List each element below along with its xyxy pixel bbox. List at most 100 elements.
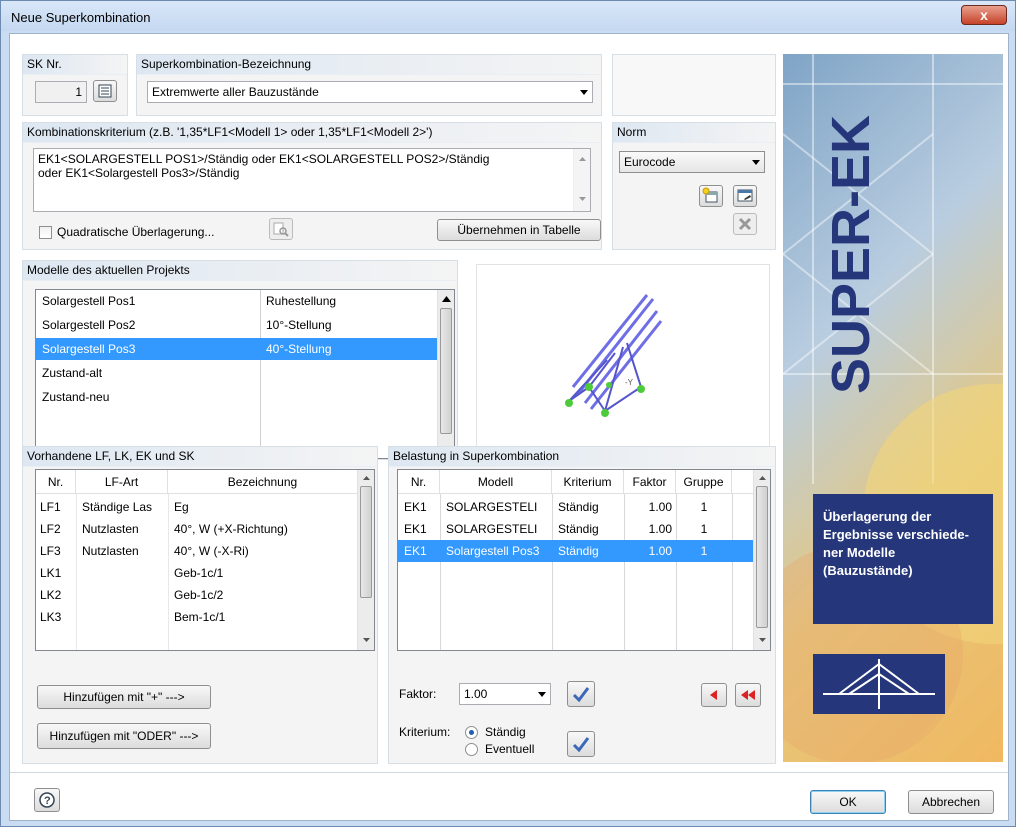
model-desc: 10°-Stellung: [266, 318, 332, 332]
cell-kriterium: Ständig: [558, 544, 599, 558]
kriterium-scrollbar[interactable]: [573, 149, 590, 211]
list-item[interactable]: Solargestell Pos2 10°-Stellung: [36, 314, 438, 336]
table-row[interactable]: EK1 SOLARGESTELI Ständig 1.00 1: [398, 518, 754, 540]
radio-staendig[interactable]: [465, 726, 478, 739]
faktor-apply-button[interactable]: [567, 681, 595, 707]
cancel-button[interactable]: Abbrechen: [908, 790, 994, 814]
cell-modell: SOLARGESTELI: [446, 522, 538, 536]
norm-combo[interactable]: Eurocode: [619, 151, 765, 173]
remove-one-button[interactable]: [701, 683, 727, 707]
title-bar[interactable]: Neue Superkombination x: [1, 1, 1015, 31]
add-oder-button[interactable]: Hinzufügen mit "ODER" --->: [37, 723, 211, 749]
sk-group: SK Nr. 1: [22, 54, 128, 116]
belastung-table[interactable]: Nr. Modell Kriterium Faktor Gruppe EK1 S…: [397, 469, 771, 651]
table-row[interactable]: LK2 Geb-1c/2: [36, 584, 358, 606]
norm-new-button[interactable]: [699, 185, 723, 207]
column-header[interactable]: Bezeichnung: [168, 470, 358, 494]
ok-button[interactable]: OK: [810, 790, 886, 814]
cell-nr: LK1: [40, 566, 62, 580]
bezeichnung-group: Superkombination-Bezeichnung Extremwerte…: [136, 54, 602, 116]
cell-nr: LF3: [40, 544, 61, 558]
kriterium-apply-button[interactable]: [567, 731, 595, 757]
kriterium-line1: EK1<SOLARGESTELL POS1>/Ständig oder EK1<…: [38, 152, 490, 166]
column-header[interactable]: Nr.: [398, 470, 440, 494]
cell-faktor: 1.00: [648, 544, 672, 558]
table-row[interactable]: LF2 Nutzlasten 40°, W (+X-Richtung): [36, 518, 358, 540]
remove-all-button[interactable]: [735, 683, 761, 707]
list-icon: [98, 84, 112, 98]
bezeichnung-combo[interactable]: Extremwerte aller Bauzustände: [147, 81, 593, 103]
column-header[interactable]: Kriterium: [552, 470, 624, 494]
help-button[interactable]: ?: [34, 788, 60, 812]
radio-staendig-label: Ständig: [485, 725, 526, 739]
model-name: Solargestell Pos3: [42, 342, 136, 356]
cell-bez: Bem-1c/1: [174, 610, 226, 624]
super-ek-banner: SUPER-EK Überlagerung der Ergebnisse ver…: [783, 54, 1003, 762]
belastung-scrollbar[interactable]: [753, 470, 770, 650]
table-row[interactable]: LK1 Geb-1c/1: [36, 562, 358, 584]
scroll-thumb[interactable]: [360, 486, 372, 598]
banner-line: Ergebnisse verschiede-: [823, 527, 969, 542]
column-header[interactable]: Gruppe: [676, 470, 732, 494]
norm-value: Eurocode: [624, 155, 676, 169]
norm-delete-button[interactable]: [733, 213, 757, 235]
vorhandene-label: Vorhandene LF, LK, EK und SK: [27, 449, 195, 463]
banner-line: (Bauzustände): [823, 563, 913, 578]
apply-to-table-button[interactable]: Übernehmen in Tabelle: [437, 219, 601, 241]
sk-number-field[interactable]: 1: [35, 81, 87, 103]
scroll-thumb[interactable]: [756, 486, 768, 628]
cell-nr: LK3: [40, 610, 62, 624]
belastung-group: Belastung in Superkombination Nr. Modell…: [388, 446, 776, 764]
cell-nr: EK1: [404, 544, 427, 558]
chevron-down-icon[interactable]: [580, 90, 588, 95]
radio-eventuell[interactable]: [465, 743, 478, 756]
column-header[interactable]: Modell: [440, 470, 552, 494]
vorhandene-scrollbar[interactable]: [357, 470, 374, 650]
banner-description: Überlagerung der Ergebnisse verschiede- …: [823, 508, 969, 580]
table-row[interactable]: LF1 Ständige Las Eg: [36, 496, 358, 518]
column-header[interactable]: Faktor: [624, 470, 676, 494]
list-item[interactable]: Zustand-alt: [36, 362, 438, 384]
faktor-combo[interactable]: 1.00: [459, 683, 551, 705]
chevron-down-icon[interactable]: [752, 160, 760, 165]
modelle-list[interactable]: Solargestell Pos1 Ruhestellung Solargest…: [35, 289, 455, 459]
add-plus-button[interactable]: Hinzufügen mit "+" --->: [37, 685, 211, 709]
modelle-scrollbar[interactable]: [437, 290, 454, 458]
model-name: Zustand-alt: [42, 366, 103, 380]
model-name: Solargestell Pos1: [42, 294, 136, 308]
checkmark-icon: [572, 687, 590, 703]
cell-gruppe: 1: [700, 500, 708, 514]
modelle-group: Modelle des aktuellen Projekts Solargest…: [22, 260, 458, 460]
bezeichnung-value: Extremwerte aller Bauzustände: [152, 85, 319, 99]
list-item[interactable]: Solargestell Pos1 Ruhestellung: [36, 290, 438, 312]
delete-icon: [738, 217, 752, 231]
table-row-selected[interactable]: EK1 Solargestell Pos3 Ständig 1.00 1: [398, 540, 754, 562]
table-row[interactable]: EK1 SOLARGESTELI Ständig 1.00 1: [398, 496, 754, 518]
sk-list-button[interactable]: [93, 80, 117, 102]
model-name: Solargestell Pos2: [42, 318, 136, 332]
list-item[interactable]: Zustand-neu: [36, 386, 438, 408]
norm-edit-button[interactable]: [733, 185, 757, 207]
cell-gruppe: 1: [700, 522, 708, 536]
cell-bez: 40°, W (+X-Richtung): [174, 522, 288, 536]
quadratic-details-button[interactable]: [269, 218, 293, 240]
kriterium-textarea[interactable]: EK1<SOLARGESTELL POS1>/Ständig oder EK1<…: [33, 148, 591, 212]
table-row[interactable]: LK3 Bem-1c/1: [36, 606, 358, 628]
new-document-icon: [702, 187, 718, 203]
column-header[interactable]: Nr.: [36, 470, 76, 494]
close-button[interactable]: x: [961, 5, 1007, 25]
empty-panel: [612, 54, 776, 116]
checkmark-icon: [572, 737, 590, 753]
edit-window-icon: [737, 189, 753, 202]
chevron-down-icon[interactable]: [538, 692, 546, 697]
cell-kriterium: Ständig: [558, 500, 599, 514]
table-row[interactable]: LF3 Nutzlasten 40°, W (-X-Ri): [36, 540, 358, 562]
faktor-value: 1.00: [464, 687, 488, 701]
scroll-thumb[interactable]: [440, 308, 452, 434]
vorhandene-table[interactable]: Nr. LF-Art Bezeichnung LF1 Ständige Las …: [35, 469, 375, 651]
norm-label: Norm: [617, 125, 647, 139]
banner-title: SUPER-EK: [821, 114, 881, 394]
column-header[interactable]: LF-Art: [76, 470, 168, 494]
list-item-selected[interactable]: Solargestell Pos3 40°-Stellung: [36, 338, 438, 360]
quadratic-checkbox[interactable]: [39, 226, 52, 239]
